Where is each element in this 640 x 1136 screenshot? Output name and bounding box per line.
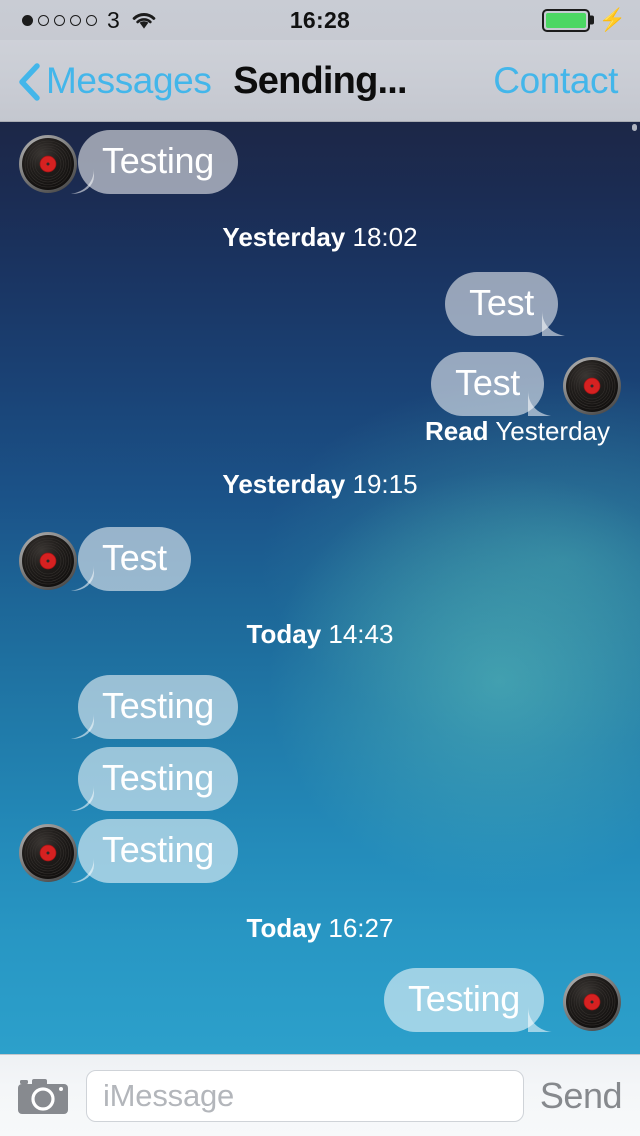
status-bar-right: ⚡	[541, 0, 626, 40]
timestamp-divider: Yesterday 18:02	[0, 222, 640, 253]
vinyl-record-avatar[interactable]	[562, 356, 622, 416]
message-bubble[interactable]: Testing	[78, 130, 238, 195]
navigation-bar: Messages Sending... Contact	[0, 40, 640, 122]
status-bar: 3 16:28 ⚡	[0, 0, 640, 40]
timestamp-divider: Today 16:27	[0, 913, 640, 944]
timestamp-day: Today	[246, 913, 322, 943]
contact-button[interactable]: Contact	[493, 40, 618, 122]
message-row-outgoing: Test	[431, 352, 622, 417]
message-input[interactable]	[86, 1069, 524, 1122]
camera-button[interactable]	[14, 1072, 72, 1120]
vinyl-record-avatar[interactable]	[18, 823, 78, 883]
delivery-status-time: Yesterday	[495, 416, 610, 446]
message-row-outgoing: Testing	[384, 968, 622, 1033]
iphone-screen: 3 16:28 ⚡ Messages Sending... Contact Te…	[0, 0, 640, 1136]
message-input-bar: Send	[0, 1054, 640, 1136]
delivery-status: Read Yesterday	[425, 416, 610, 447]
timestamp-time: 18:02	[352, 222, 418, 252]
message-bubble[interactable]: Testing	[78, 747, 238, 812]
message-row-incoming: Testing	[18, 130, 238, 195]
camera-icon	[18, 1078, 68, 1114]
message-bubble[interactable]: Test	[78, 527, 191, 592]
send-button[interactable]: Send	[540, 1075, 623, 1117]
scroll-indicator[interactable]	[632, 124, 637, 131]
timestamp-time: 19:15	[352, 469, 418, 499]
delivery-status-label: Read	[424, 416, 489, 446]
message-row-incoming: Testing	[78, 747, 238, 812]
conversation-scroll-area[interactable]: Testing Yesterday 18:02 Test Test Read Y…	[0, 122, 640, 1054]
message-bubble[interactable]: Testing	[384, 968, 544, 1033]
battery-fill	[545, 12, 586, 28]
battery-nub	[589, 15, 594, 25]
timestamp-day: Today	[246, 619, 322, 649]
timestamp-day: Yesterday	[222, 222, 346, 252]
message-row-incoming: Testing	[18, 819, 238, 884]
vinyl-record-avatar[interactable]	[562, 972, 622, 1032]
message-row-incoming: Testing	[78, 675, 238, 740]
message-bubble[interactable]: Testing	[78, 675, 238, 740]
message-bubble[interactable]: Test	[431, 352, 544, 417]
lightning-bolt-icon: ⚡	[598, 7, 626, 32]
vinyl-record-avatar[interactable]	[18, 531, 78, 591]
battery-icon	[541, 8, 594, 32]
vinyl-record-avatar[interactable]	[18, 134, 78, 194]
timestamp-time: 16:27	[328, 913, 394, 943]
timestamp-day: Yesterday	[222, 469, 346, 499]
message-bubble[interactable]: Testing	[78, 819, 238, 884]
message-row-outgoing: Test	[445, 272, 558, 337]
timestamp-divider: Today 14:43	[0, 619, 640, 650]
timestamp-divider: Yesterday 19:15	[0, 469, 640, 500]
timestamp-time: 14:43	[328, 619, 394, 649]
message-row-incoming: Test	[18, 527, 191, 592]
message-bubble[interactable]: Test	[445, 272, 558, 337]
